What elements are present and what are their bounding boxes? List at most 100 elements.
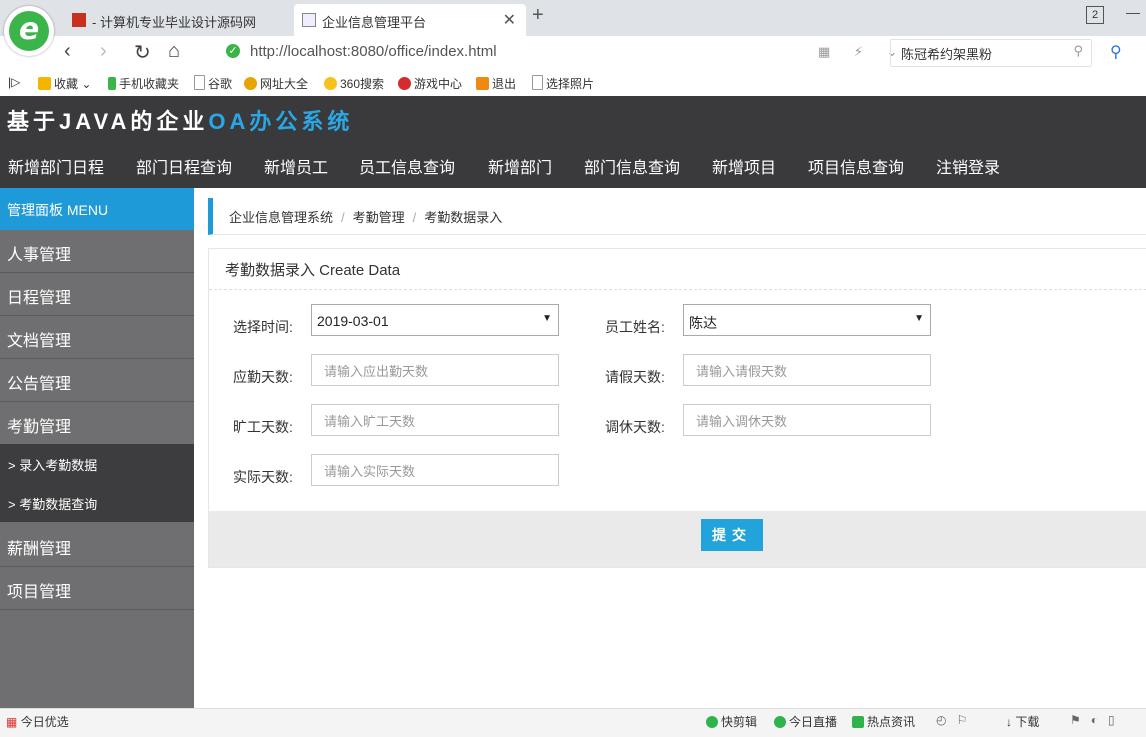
sidebar-item-hr[interactable]: 人事管理 bbox=[0, 230, 194, 273]
home-icon[interactable]: ⌂ bbox=[168, 40, 180, 63]
play-icon bbox=[774, 716, 786, 728]
bookmark-360-search[interactable]: 360搜索 bbox=[324, 75, 384, 92]
download-icon: ↓ bbox=[1006, 715, 1012, 729]
tab-title: 企业信息管理平台 bbox=[322, 15, 427, 30]
tab-title: - 计算机专业毕业设计源码网 bbox=[92, 15, 256, 30]
nav-employee-query[interactable]: 员工信息查询 bbox=[359, 154, 455, 178]
sidebar-subitem-attendance-query[interactable]: > 考勤数据查询 bbox=[0, 483, 194, 522]
divider bbox=[209, 289, 1146, 290]
date-select[interactable]: 2019-03-01 ▼ bbox=[311, 304, 559, 336]
nav-add-dept-schedule[interactable]: 新增部门日程 bbox=[8, 154, 104, 178]
nav-dept-schedule-query[interactable]: 部门日程查询 bbox=[136, 154, 232, 178]
search-button-icon[interactable]: ⚲ bbox=[1110, 42, 1122, 62]
url-field[interactable]: http://localhost:8080/office/index.html bbox=[250, 43, 497, 60]
reload-icon[interactable]: ↻ bbox=[134, 40, 151, 65]
sidebar-subitem-enter-attendance[interactable]: > 录入考勤数据 bbox=[0, 444, 194, 483]
breadcrumb: 企业信息管理系统 / 考勤管理 / 考勤数据录入 bbox=[208, 198, 1146, 235]
star-icon bbox=[38, 77, 51, 90]
browser-tab-active[interactable]: 企业信息管理平台 ✕ bbox=[294, 4, 526, 36]
bookmark-hao[interactable]: 网址大全 bbox=[244, 75, 308, 92]
adjust-days-label: 调休天数: bbox=[605, 419, 665, 435]
app-title-accent: OA办公系统 bbox=[208, 109, 354, 134]
breadcrumb-item-current: 考勤数据录入 bbox=[424, 210, 503, 225]
app-header: 基于JAVA的企业OA办公系统 新增部门日程 部门日程查询 新增员工 员工信息查… bbox=[0, 96, 1146, 188]
browser-tab[interactable]: - 计算机专业毕业设计源码网 bbox=[64, 4, 290, 36]
nav-add-project[interactable]: 新增项目 bbox=[712, 154, 776, 178]
bookmark-mobile[interactable]: 手机收藏夹 bbox=[108, 75, 179, 92]
tab-count-badge[interactable]: 2 bbox=[1086, 6, 1104, 24]
date-label: 选择时间: bbox=[233, 319, 293, 335]
submit-button[interactable]: 提交 bbox=[701, 519, 763, 551]
secure-shield-icon[interactable]: ✓ bbox=[226, 44, 240, 58]
status-quick-edit[interactable]: 快剪辑 bbox=[706, 713, 757, 730]
nav-logout[interactable]: 注销登录 bbox=[936, 154, 1000, 178]
sidebar-item-schedule[interactable]: 日程管理 bbox=[0, 273, 194, 316]
form-footer: 提交 bbox=[209, 511, 1146, 567]
play-icon bbox=[706, 716, 718, 728]
absent-days-field[interactable] bbox=[311, 404, 559, 436]
bookmark-google[interactable]: 谷歌 bbox=[194, 75, 232, 92]
absent-days-input[interactable] bbox=[322, 406, 556, 436]
phone-icon bbox=[108, 77, 116, 90]
actual-days-field[interactable] bbox=[311, 454, 559, 486]
back-icon[interactable]: ‹ bbox=[64, 40, 71, 63]
minimize-icon[interactable]: — bbox=[1126, 4, 1140, 20]
adjust-days-field[interactable] bbox=[683, 404, 931, 436]
browser-logo-icon[interactable]: e bbox=[4, 6, 54, 56]
status-tool-icons[interactable]: ◴ ⚐ bbox=[936, 713, 967, 727]
sidebar-item-payroll[interactable]: 薪酬管理 bbox=[0, 524, 194, 567]
employee-label: 员工姓名: bbox=[605, 319, 665, 335]
leave-days-label: 请假天数: bbox=[605, 369, 665, 385]
search-icon[interactable]: ⚲ bbox=[1073, 43, 1083, 59]
browser-tab-bar: e - 计算机专业毕业设计源码网 企业信息管理平台 ✕ + 2 — bbox=[0, 0, 1146, 56]
page-favicon-icon bbox=[302, 13, 316, 27]
bookmark-exit[interactable]: 退出 bbox=[476, 75, 516, 92]
sidebar-item-announcements[interactable]: 公告管理 bbox=[0, 359, 194, 402]
game-icon bbox=[398, 77, 411, 90]
search-value: 陈冠希约架黑粉 bbox=[901, 47, 993, 62]
status-extra-icons[interactable]: ⚑ ◐ ▯ bbox=[1070, 713, 1115, 727]
sidebar-item-documents[interactable]: 文档管理 bbox=[0, 316, 194, 359]
status-download[interactable]: ↓ 下载 bbox=[1006, 713, 1039, 730]
sidebar-item-projects[interactable]: 项目管理 bbox=[0, 567, 194, 610]
attendance-form-panel: 考勤数据录入 Create Data 选择时间: 2019-03-01 ▼ 员工… bbox=[208, 248, 1146, 568]
absent-days-label: 旷工天数: bbox=[233, 419, 293, 435]
status-news[interactable]: 热点资讯 bbox=[852, 713, 915, 730]
sidebar-item-attendance[interactable]: 考勤管理 bbox=[0, 402, 194, 445]
nav-dept-query[interactable]: 部门信息查询 bbox=[584, 154, 680, 178]
globe-icon bbox=[244, 77, 257, 90]
search-360-icon bbox=[324, 77, 337, 90]
new-tab-icon[interactable]: + bbox=[532, 4, 544, 27]
search-input[interactable]: 陈冠希约架黑粉 ⚲ bbox=[890, 39, 1092, 67]
dropdown-arrow-icon: ▼ bbox=[542, 313, 552, 324]
due-days-field[interactable] bbox=[311, 354, 559, 386]
bookmark-favorites[interactable]: 收藏 ⌄ bbox=[38, 75, 91, 92]
employee-select[interactable]: 陈达 ▼ bbox=[683, 304, 931, 336]
nav-add-dept[interactable]: 新增部门 bbox=[488, 154, 552, 178]
browser-status-bar: ▦ 今日优选 快剪辑 今日直播 热点资讯 ◴ ⚐ ↓ 下载 ⚑ ◐ ▯ bbox=[0, 708, 1146, 737]
due-days-input[interactable] bbox=[322, 356, 556, 386]
gift-icon: ▦ bbox=[6, 715, 18, 729]
due-days-label: 应勤天数: bbox=[233, 369, 293, 385]
leave-days-input[interactable] bbox=[694, 356, 928, 386]
nav-project-query[interactable]: 项目信息查询 bbox=[808, 154, 904, 178]
forward-icon[interactable]: › bbox=[100, 40, 107, 63]
status-live[interactable]: 今日直播 bbox=[774, 713, 837, 730]
nav-add-employee[interactable]: 新增员工 bbox=[264, 154, 328, 178]
adjust-days-input[interactable] bbox=[694, 406, 928, 436]
site-favicon-icon bbox=[72, 13, 86, 27]
app-title-main: 基于JAVA的企业 bbox=[7, 109, 209, 134]
sidebar-toggle-icon[interactable]: |▷ bbox=[8, 75, 20, 89]
actual-days-input[interactable] bbox=[322, 456, 556, 486]
sidebar: 管理面板 MENU 人事管理 日程管理 文档管理 公告管理 考勤管理 > 录入考… bbox=[0, 188, 194, 708]
bookmarks-bar: |▷ 收藏 ⌄ 手机收藏夹 谷歌 网址大全 360搜索 游戏中心 退出 选择照片 bbox=[0, 70, 1146, 97]
page-icon bbox=[194, 75, 205, 90]
today-picks[interactable]: ▦ 今日优选 bbox=[6, 713, 69, 730]
breadcrumb-item[interactable]: 企业信息管理系统 bbox=[229, 210, 333, 225]
app-title: 基于JAVA的企业OA办公系统 bbox=[7, 104, 353, 136]
leave-days-field[interactable] bbox=[683, 354, 931, 386]
bookmark-photos[interactable]: 选择照片 bbox=[532, 75, 594, 92]
close-tab-icon[interactable]: ✕ bbox=[503, 10, 516, 30]
breadcrumb-item[interactable]: 考勤管理 bbox=[353, 210, 405, 225]
bookmark-games[interactable]: 游戏中心 bbox=[398, 75, 462, 92]
